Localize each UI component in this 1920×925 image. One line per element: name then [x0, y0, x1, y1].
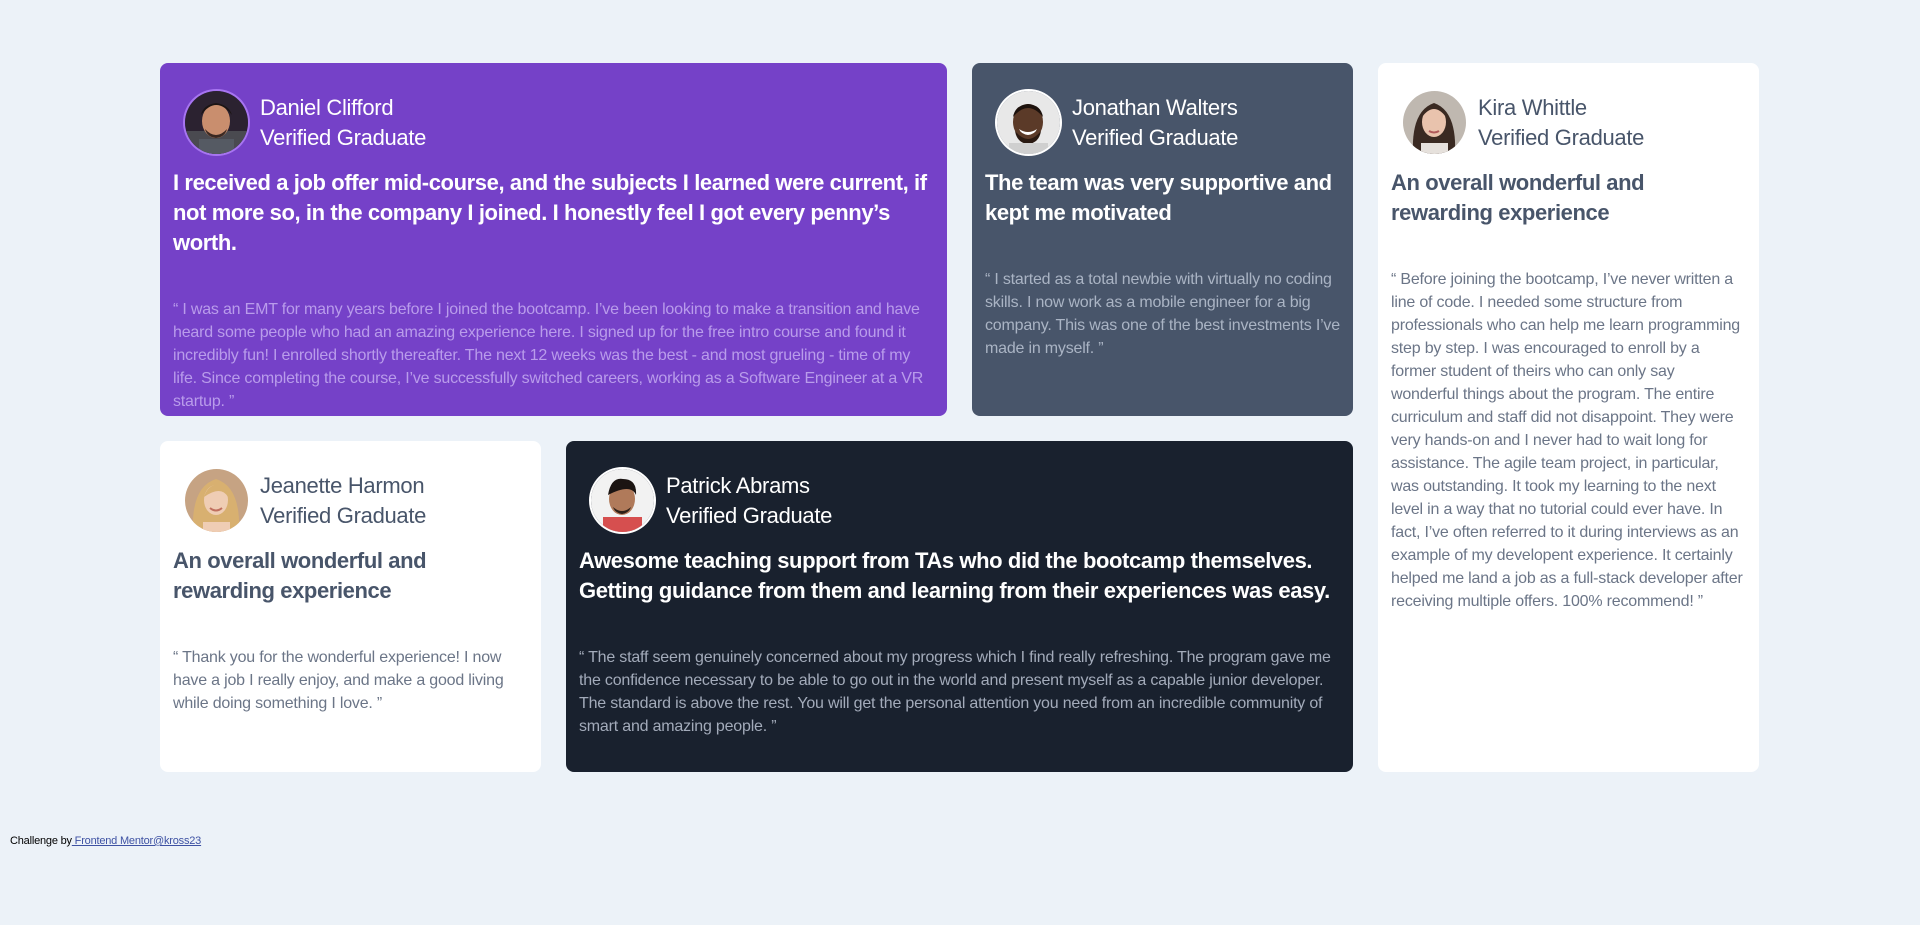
testimonial-headline: I received a job offer mid-course, and t… [173, 170, 927, 255]
testimonial-header: Jeanette Harmon Verified Graduate [173, 469, 528, 532]
author-name: Daniel Clifford [260, 94, 394, 120]
testimonial-card-patrick-abrams: Patrick Abrams Verified Graduate Awesome… [566, 441, 1353, 772]
testimonial-card-jonathan-walters: Jonathan Walters Verified Graduate The t… [972, 63, 1353, 416]
author-name: Jonathan Walters [1072, 94, 1238, 120]
testimonial-headline: Awesome teaching support from TAs who di… [579, 548, 1330, 603]
avatar [997, 91, 1060, 154]
author-role: Verified Graduate [260, 124, 427, 150]
author-name: Jeanette Harmon [260, 472, 425, 498]
testimonials-grid: Daniel Clifford Verified Graduate I rece… [160, 63, 1760, 772]
avatar-icon [591, 469, 654, 532]
avatar-icon [185, 469, 248, 532]
avatar-icon [997, 91, 1060, 154]
author-name: Patrick Abrams [666, 472, 810, 498]
testimonial-quote: “ Before joining the bootcamp, I’ve neve… [1391, 271, 1743, 610]
avatar [185, 469, 248, 532]
author-link[interactable]: @kross23 [153, 835, 201, 847]
author-identity: Daniel Clifford Verified Graduate [260, 93, 426, 153]
testimonial-quote: “ Thank you for the wonderful experience… [173, 649, 504, 712]
author-role: Verified Graduate [1072, 124, 1239, 150]
testimonial-quote: “ I started as a total newbie with virtu… [985, 271, 1340, 357]
author-role: Verified Graduate [1478, 124, 1645, 150]
avatar [591, 469, 654, 532]
author-name: Kira Whittle [1478, 94, 1587, 120]
avatar-icon [1403, 91, 1466, 154]
avatar [1403, 91, 1466, 154]
testimonial-card-kira-whittle: Kira Whittle Verified Graduate An overal… [1378, 63, 1759, 772]
testimonial-quote: “ I was an EMT for many years before I j… [173, 301, 924, 410]
attribution: Challenge by Frontend Mentor@kross23 [10, 835, 201, 847]
testimonial-card-jeanette-harmon: Jeanette Harmon Verified Graduate An ove… [160, 441, 541, 772]
testimonial-header: Patrick Abrams Verified Graduate [579, 469, 1340, 532]
testimonial-card-daniel-clifford: Daniel Clifford Verified Graduate I rece… [160, 63, 947, 416]
testimonial-headline: An overall wonderful and rewarding exper… [173, 548, 427, 603]
testimonial-headline: An overall wonderful and rewarding exper… [1391, 170, 1645, 225]
author-identity: Jonathan Walters Verified Graduate [1072, 93, 1238, 153]
testimonial-headline: The team was very supportive and kept me… [985, 170, 1332, 225]
frontend-mentor-link[interactable]: Frontend Mentor [72, 835, 154, 847]
author-role: Verified Graduate [666, 502, 833, 528]
avatar [185, 91, 248, 154]
testimonial-header: Kira Whittle Verified Graduate [1391, 91, 1746, 154]
author-identity: Jeanette Harmon Verified Graduate [260, 471, 426, 531]
testimonial-quote: “ The staff seem genuinely concerned abo… [579, 649, 1331, 735]
author-identity: Patrick Abrams Verified Graduate [666, 471, 832, 531]
attribution-prefix: Challenge by [10, 835, 72, 847]
author-role: Verified Graduate [260, 502, 427, 528]
testimonial-header: Daniel Clifford Verified Graduate [173, 91, 934, 154]
testimonial-header: Jonathan Walters Verified Graduate [985, 91, 1340, 154]
author-identity: Kira Whittle Verified Graduate [1478, 93, 1644, 153]
avatar-icon [185, 91, 248, 154]
